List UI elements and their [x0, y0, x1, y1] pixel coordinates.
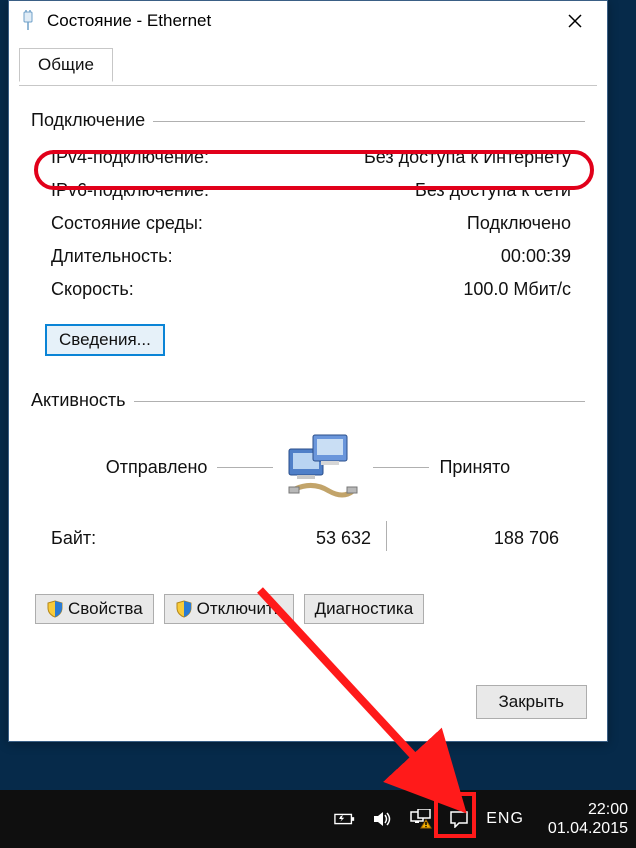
diagnose-button[interactable]: Диагностика: [304, 594, 425, 624]
taskbar-clock[interactable]: 22:00 01.04.2015: [548, 800, 628, 838]
bytes-sent-value: 53 632: [221, 528, 371, 549]
row-media-state: Состояние среды: Подключено: [47, 207, 575, 240]
system-tray: ENG 22:00 01.04.2015: [334, 800, 628, 838]
window-close-button[interactable]: [553, 5, 597, 37]
properties-button-label: Свойства: [68, 599, 143, 619]
ipv4-value: Без доступа к Интернету: [364, 147, 571, 168]
diagnose-button-label: Диагностика: [315, 599, 414, 619]
row-ipv6: IPv6-подключение: Без доступа к сети: [47, 174, 575, 207]
taskbar-time: 22:00: [588, 800, 628, 819]
taskbar[interactable]: ENG 22:00 01.04.2015: [0, 790, 636, 848]
taskbar-date: 01.04.2015: [548, 819, 628, 838]
ipv4-label: IPv4-подключение:: [51, 147, 209, 168]
properties-button[interactable]: Свойства: [35, 594, 154, 624]
tabs: Общие: [19, 45, 597, 86]
network-warning-icon[interactable]: [410, 808, 432, 830]
network-computers-icon: [283, 427, 363, 507]
disable-button-label: Отключить: [197, 599, 283, 619]
bytes-label: Байт:: [51, 528, 221, 549]
window-title: Состояние - Ethernet: [47, 11, 553, 31]
row-ipv4: IPv4-подключение: Без доступа к Интернет…: [47, 141, 575, 174]
sent-label: Отправлено: [106, 457, 208, 478]
media-state-value: Подключено: [467, 213, 571, 234]
action-buttons: Свойства Отключить Диагностика: [35, 594, 585, 624]
speed-label: Скорость:: [51, 279, 134, 300]
battery-icon[interactable]: [334, 808, 356, 830]
close-button[interactable]: Закрыть: [476, 685, 587, 719]
close-icon: [568, 14, 582, 28]
details-button[interactable]: Сведения...: [45, 324, 165, 356]
ethernet-status-dialog: Состояние - Ethernet Общие Подключение: [8, 0, 608, 742]
ipv6-label: IPv6-подключение:: [51, 180, 209, 201]
tab-general[interactable]: Общие: [19, 48, 113, 82]
volume-icon[interactable]: [372, 808, 394, 830]
shield-icon: [175, 600, 193, 618]
received-label: Принято: [439, 457, 510, 478]
activity-group: Активность Отправлено: [31, 390, 585, 568]
duration-label: Длительность:: [51, 246, 173, 267]
media-state-label: Состояние среды:: [51, 213, 203, 234]
duration-value: 00:00:39: [501, 246, 571, 267]
speed-value: 100.0 Мбит/с: [463, 279, 571, 300]
row-speed: Скорость: 100.0 Мбит/с: [47, 273, 575, 306]
activity-group-title: Активность: [31, 390, 134, 411]
titlebar[interactable]: Состояние - Ethernet: [9, 1, 607, 41]
action-center-icon[interactable]: [448, 808, 470, 830]
connection-group: Подключение IPv4-подключение: Без доступ…: [31, 110, 585, 364]
bytes-row: Байт: 53 632 188 706: [41, 507, 575, 564]
bytes-received-value: 188 706: [401, 528, 567, 549]
language-indicator[interactable]: ENG: [486, 810, 524, 828]
row-duration: Длительность: 00:00:39: [47, 240, 575, 273]
connection-group-title: Подключение: [31, 110, 153, 131]
ethernet-plug-icon: [19, 9, 37, 33]
disable-button[interactable]: Отключить: [164, 594, 294, 624]
ipv6-value: Без доступа к сети: [415, 180, 571, 201]
shield-icon: [46, 600, 64, 618]
